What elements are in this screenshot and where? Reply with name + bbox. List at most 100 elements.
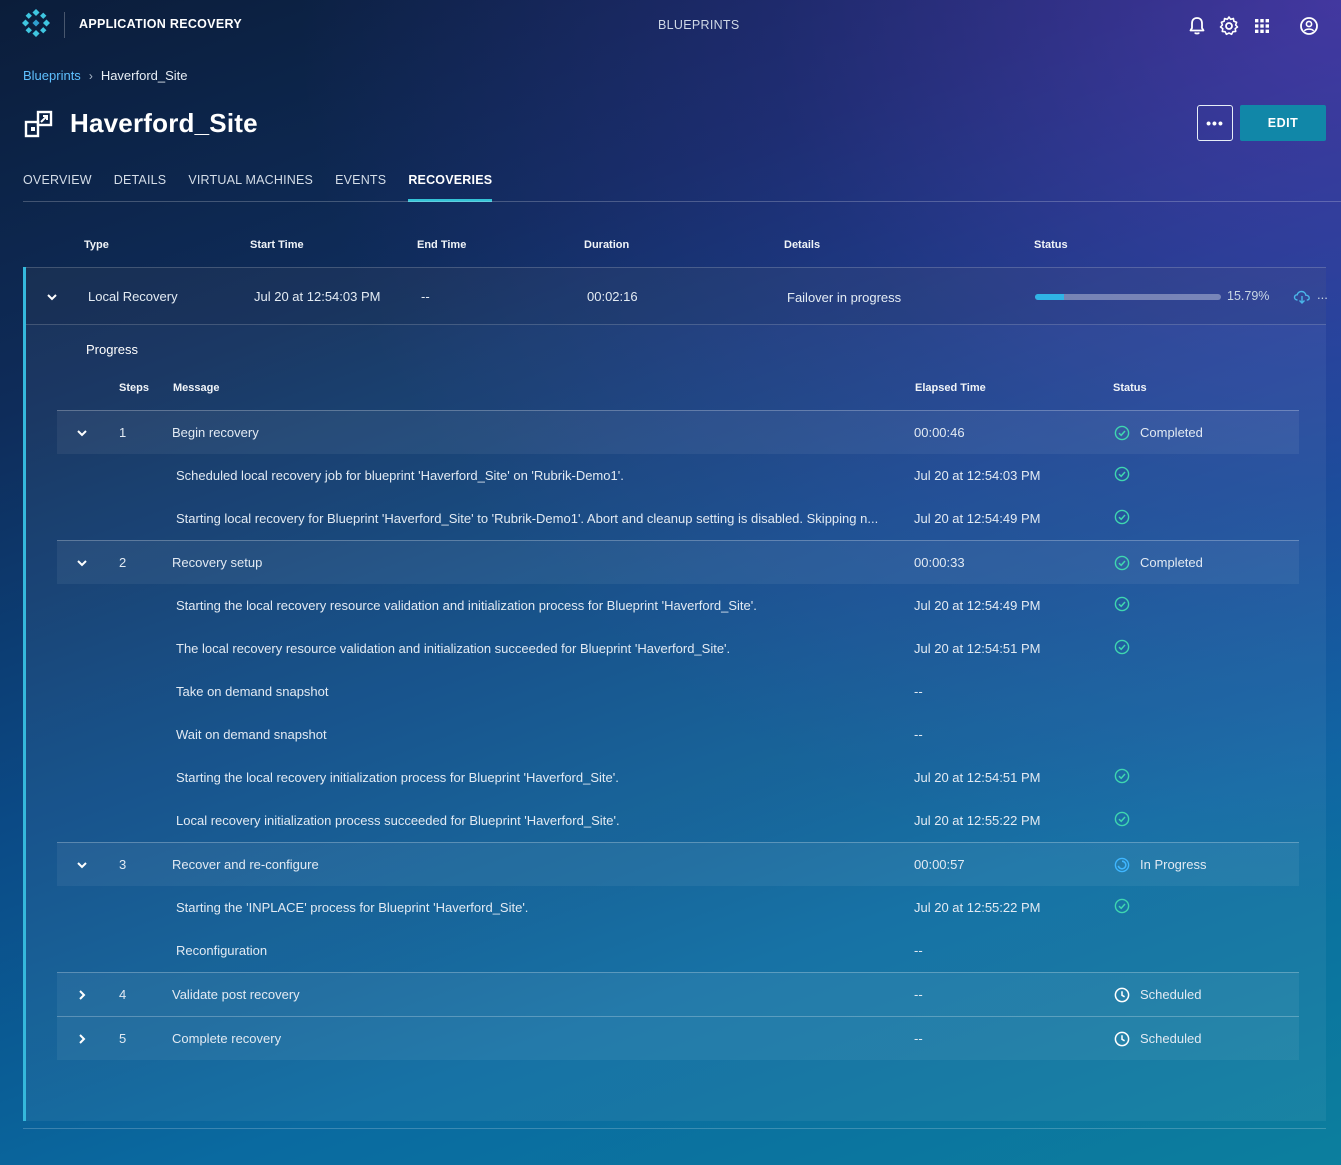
column-header-end-time[interactable]: End Time [417, 239, 466, 251]
step-elapsed-time: -- [914, 1031, 923, 1046]
chevron-down-icon[interactable] [75, 426, 89, 440]
step-elapsed-time: 00:00:33 [914, 555, 965, 570]
substep-time: Jul 20 at 12:54:51 PM [914, 770, 1041, 785]
substep-time: Jul 20 at 12:55:22 PM [914, 813, 1041, 828]
substep-row: Starting the local recovery resource val… [57, 584, 1299, 627]
substep-time: Jul 20 at 12:54:49 PM [914, 598, 1041, 613]
column-header-message: Message [173, 382, 220, 394]
in-progress-icon [1114, 857, 1130, 873]
clock-icon [1114, 1031, 1130, 1047]
clock-icon [1114, 987, 1130, 1003]
column-header-type[interactable]: Type [84, 239, 109, 251]
breadcrumb: Blueprints › Haverford_Site [23, 68, 188, 83]
tab-details[interactable]: DETAILS [114, 173, 167, 202]
tabs-divider [23, 201, 1341, 202]
substep-row: Scheduled local recovery job for bluepri… [57, 454, 1299, 497]
check-circle-icon [1114, 898, 1130, 914]
substep-time: -- [914, 727, 923, 742]
substep-message: Starting the local recovery initializati… [176, 770, 619, 785]
recovery-row[interactable]: Local Recovery Jul 20 at 12:54:03 PM -- … [26, 267, 1328, 325]
step-row[interactable]: 1 Begin recovery 00:00:46 Completed [57, 410, 1299, 454]
tab-overview[interactable]: OVERVIEW [23, 173, 92, 202]
chevron-right-icon: › [88, 68, 93, 83]
step-row[interactable]: 5 Complete recovery -- Scheduled [57, 1016, 1299, 1060]
edit-button[interactable]: EDIT [1240, 105, 1326, 141]
page-title: Haverford_Site [70, 108, 258, 138]
cloud-download-icon[interactable] [1293, 288, 1311, 306]
header-divider [64, 12, 65, 38]
chevron-right-icon[interactable] [75, 1032, 89, 1046]
step-elapsed-time: 00:00:46 [914, 425, 965, 440]
user-icon[interactable] [1298, 15, 1320, 37]
step-row[interactable]: 3 Recover and re-configure 00:00:57 In Prog… [57, 842, 1299, 886]
breadcrumb-link-blueprints[interactable]: Blueprints [23, 68, 81, 83]
check-circle-icon [1114, 555, 1130, 571]
tab-virtual-machines[interactable]: VIRTUAL MACHINES [188, 173, 313, 202]
step-number: 5 [119, 1031, 127, 1046]
column-header-step-status: Status [1113, 382, 1147, 394]
gear-icon[interactable] [1218, 15, 1240, 37]
step-message: Begin recovery [172, 425, 259, 440]
check-circle-icon [1114, 425, 1130, 441]
step-elapsed-time: 00:00:57 [914, 857, 965, 872]
progress-bar [1035, 294, 1221, 300]
rubrik-logo-icon[interactable] [22, 9, 50, 37]
tab-recoveries[interactable]: RECOVERIES [408, 173, 493, 202]
tab-events[interactable]: EVENTS [335, 173, 386, 202]
column-header-status[interactable]: Status [1034, 239, 1068, 251]
progress-percent: 15.79% [1227, 289, 1270, 303]
chevron-down-icon[interactable] [75, 556, 89, 570]
check-circle-icon [1114, 811, 1130, 827]
progress-bar-fill [1035, 294, 1065, 300]
step-status: Completed [1140, 425, 1203, 440]
check-circle-icon [1114, 509, 1130, 525]
substep-message: Starting the local recovery resource val… [176, 598, 757, 613]
progress-title: Progress [86, 342, 139, 357]
blueprint-icon [24, 110, 53, 138]
column-header-steps: Steps [119, 382, 149, 394]
step-row[interactable]: 4 Validate post recovery -- Scheduled [57, 972, 1299, 1016]
substep-message: Wait on demand snapshot [176, 727, 327, 742]
step-elapsed-time: -- [914, 987, 923, 1002]
step-number: 2 [119, 555, 127, 570]
chevron-down-icon[interactable] [75, 858, 89, 872]
substep-message: Take on demand snapshot [176, 684, 329, 699]
chevron-down-icon[interactable] [45, 290, 59, 304]
more-actions-button[interactable]: ••• [1197, 105, 1233, 141]
substep-message: Reconfiguration [176, 943, 268, 958]
chevron-right-icon[interactable] [75, 988, 89, 1002]
recovery-details: Failover in progress [787, 290, 902, 305]
step-status: Completed [1140, 555, 1203, 570]
app-title: APPLICATION RECOVERY [79, 17, 242, 31]
substep-message: Local recovery initialization process su… [176, 813, 620, 828]
column-header-details[interactable]: Details [784, 239, 820, 251]
substep-row: Local recovery initialization process su… [57, 799, 1299, 842]
row-overflow-text[interactable]: ... [1317, 287, 1328, 302]
recovery-panel: Local Recovery Jul 20 at 12:54:03 PM -- … [23, 267, 1328, 1121]
substep-time: Jul 20 at 12:54:03 PM [914, 468, 1041, 483]
bell-icon[interactable] [1186, 15, 1208, 37]
step-message: Complete recovery [172, 1031, 282, 1046]
nav-blueprints[interactable]: BLUEPRINTS [658, 18, 740, 32]
step-row[interactable]: 2 Recovery setup 00:00:33 Completed [57, 540, 1299, 584]
substep-time: -- [914, 684, 923, 699]
substep-time: Jul 20 at 12:54:51 PM [914, 641, 1041, 656]
step-status: In Progress [1140, 857, 1207, 872]
column-header-duration[interactable]: Duration [584, 239, 629, 251]
column-header-start-time[interactable]: Start Time [250, 239, 304, 251]
step-status: Scheduled [1140, 987, 1202, 1002]
substep-row: Wait on demand snapshot -- [57, 713, 1299, 756]
substep-row: Reconfiguration -- [57, 929, 1299, 972]
substep-row: The local recovery resource validation a… [57, 627, 1299, 670]
tab-bar: OVERVIEW DETAILS VIRTUAL MACHINES EVENTS… [23, 173, 514, 202]
substep-time: Jul 20 at 12:54:49 PM [914, 511, 1041, 526]
substep-message: Scheduled local recovery job for bluepri… [176, 468, 624, 483]
step-number: 3 [119, 857, 127, 872]
step-message: Validate post recovery [172, 987, 300, 1002]
check-circle-icon [1114, 639, 1130, 655]
step-number: 1 [119, 425, 127, 440]
app-grid-icon[interactable] [1251, 15, 1273, 37]
substep-row: Starting local recovery for Blueprint 'H… [57, 497, 1299, 540]
step-message: Recover and re-configure [172, 857, 319, 872]
recovery-type: Local Recovery [88, 289, 178, 304]
